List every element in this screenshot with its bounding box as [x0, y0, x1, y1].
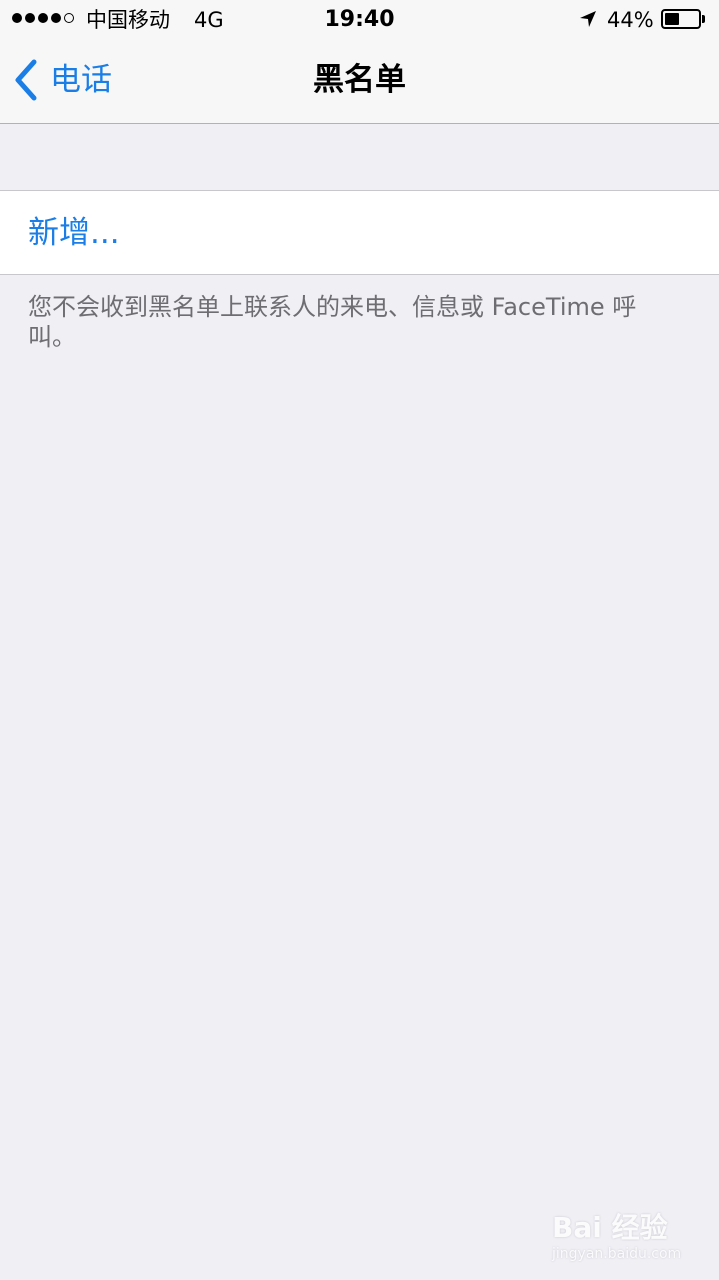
navigation-bar: 电话 黑名单 — [0, 40, 719, 124]
battery-tip — [702, 15, 705, 23]
blocked-list-group: 新增... — [0, 190, 719, 275]
footer-note: 您不会收到黑名单上联系人的来电、信息或 FaceTime 呼叫。 — [28, 293, 637, 351]
watermark-subtext: jingyan.baidu.com — [552, 1246, 682, 1262]
page-title: 黑名单 — [313, 62, 406, 98]
add-new-button[interactable]: 新增... — [28, 213, 120, 253]
watermark-text: Bai 经验 — [552, 1211, 668, 1244]
baidu-watermark-logo: Bai 经验 jingyan.baidu.com — [552, 1204, 712, 1266]
battery-level-fill — [665, 13, 679, 25]
battery-percentage: 44% — [607, 8, 654, 32]
battery-icon — [661, 9, 701, 29]
location-arrow-icon — [580, 11, 596, 27]
status-bar: 中国移动 4G 19:40 44% — [0, 0, 719, 40]
